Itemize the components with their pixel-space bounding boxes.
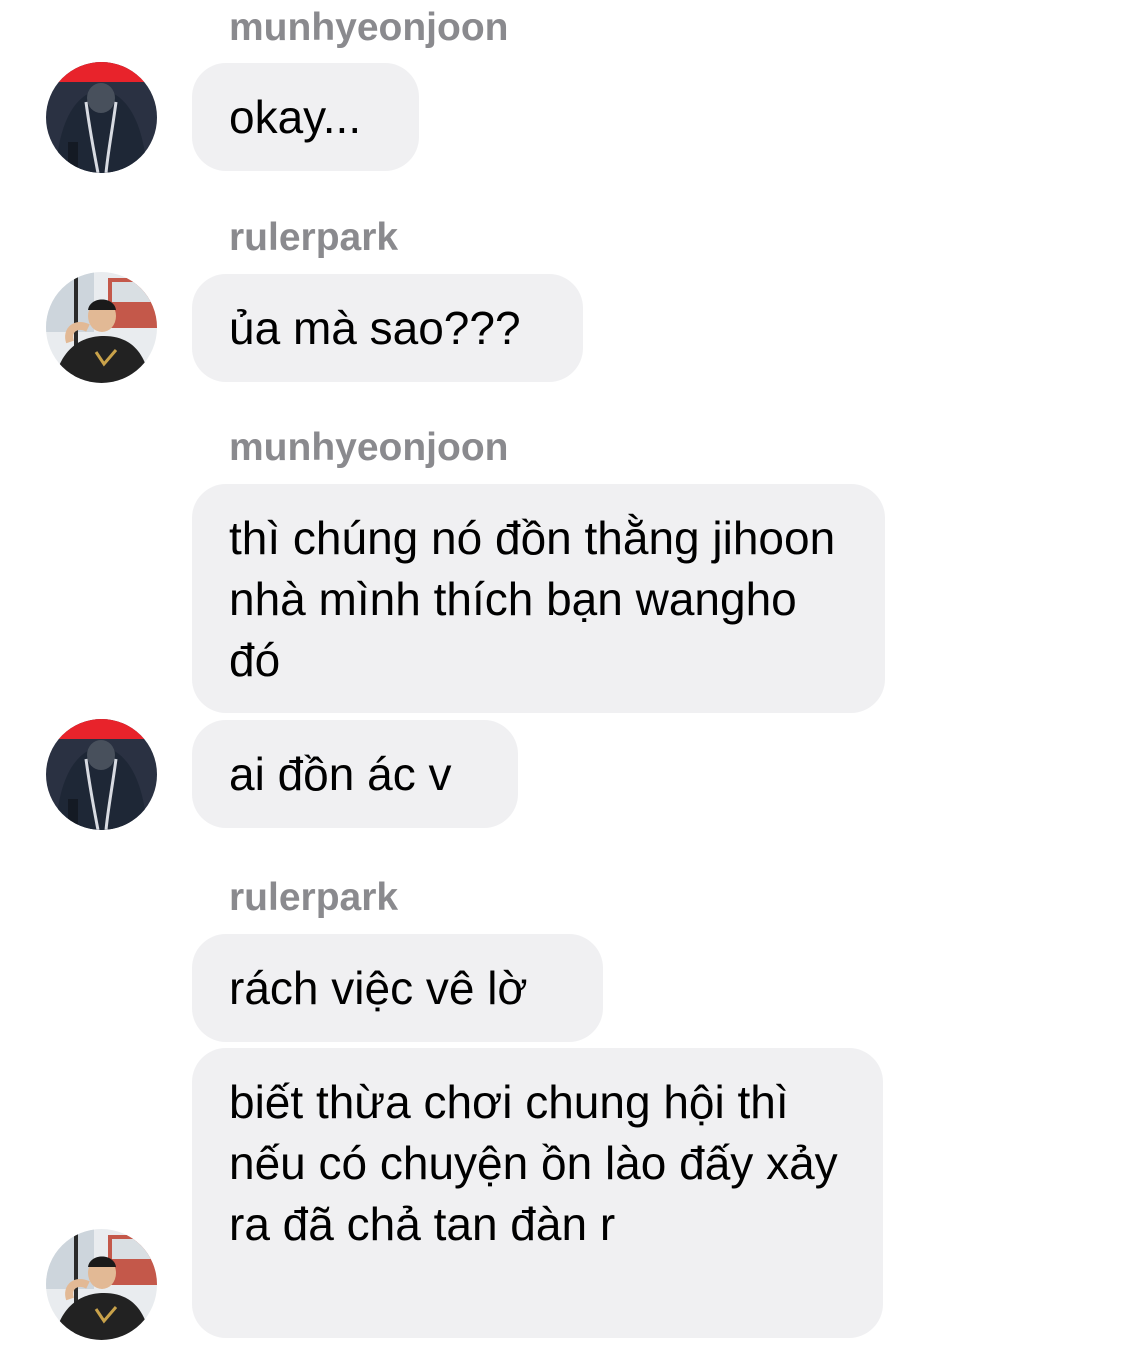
message-bubble[interactable]: okay... [192,63,419,171]
message-text: okay... [229,90,362,143]
person-window-icon [46,1229,157,1340]
hooded-person-icon [46,719,157,830]
message-text: biết thừa chơi chung hội thì nếu có chuy… [229,1076,838,1250]
munhyeonjoon-avatar[interactable] [46,719,157,830]
sender-name: munhyeonjoon [229,426,509,469]
rulerpark-avatar[interactable] [46,272,157,383]
message-bubble[interactable]: rách việc vê lờ [192,934,603,1042]
sender-name: rulerpark [229,876,399,919]
munhyeonjoon-avatar[interactable] [46,62,157,173]
person-window-icon [46,272,157,383]
sender-name: rulerpark [229,216,399,259]
hooded-person-icon [46,62,157,173]
message-bubble[interactable]: ủa mà sao??? [192,274,583,382]
message-text: ai đồn ác v [229,747,452,800]
message-text: ủa mà sao??? [229,301,521,354]
message-text: rách việc vê lờ [229,961,528,1014]
message-bubble[interactable]: thì chúng nó đồn thằng jihoon nhà mình t… [192,484,885,713]
rulerpark-avatar[interactable] [46,1229,157,1340]
message-bubble[interactable]: ai đồn ác v [192,720,518,828]
message-text: thì chúng nó đồn thằng jihoon nhà mình t… [229,512,836,686]
sender-name: munhyeonjoon [229,6,509,49]
message-bubble[interactable]: biết thừa chơi chung hội thì nếu có chuy… [192,1048,883,1338]
